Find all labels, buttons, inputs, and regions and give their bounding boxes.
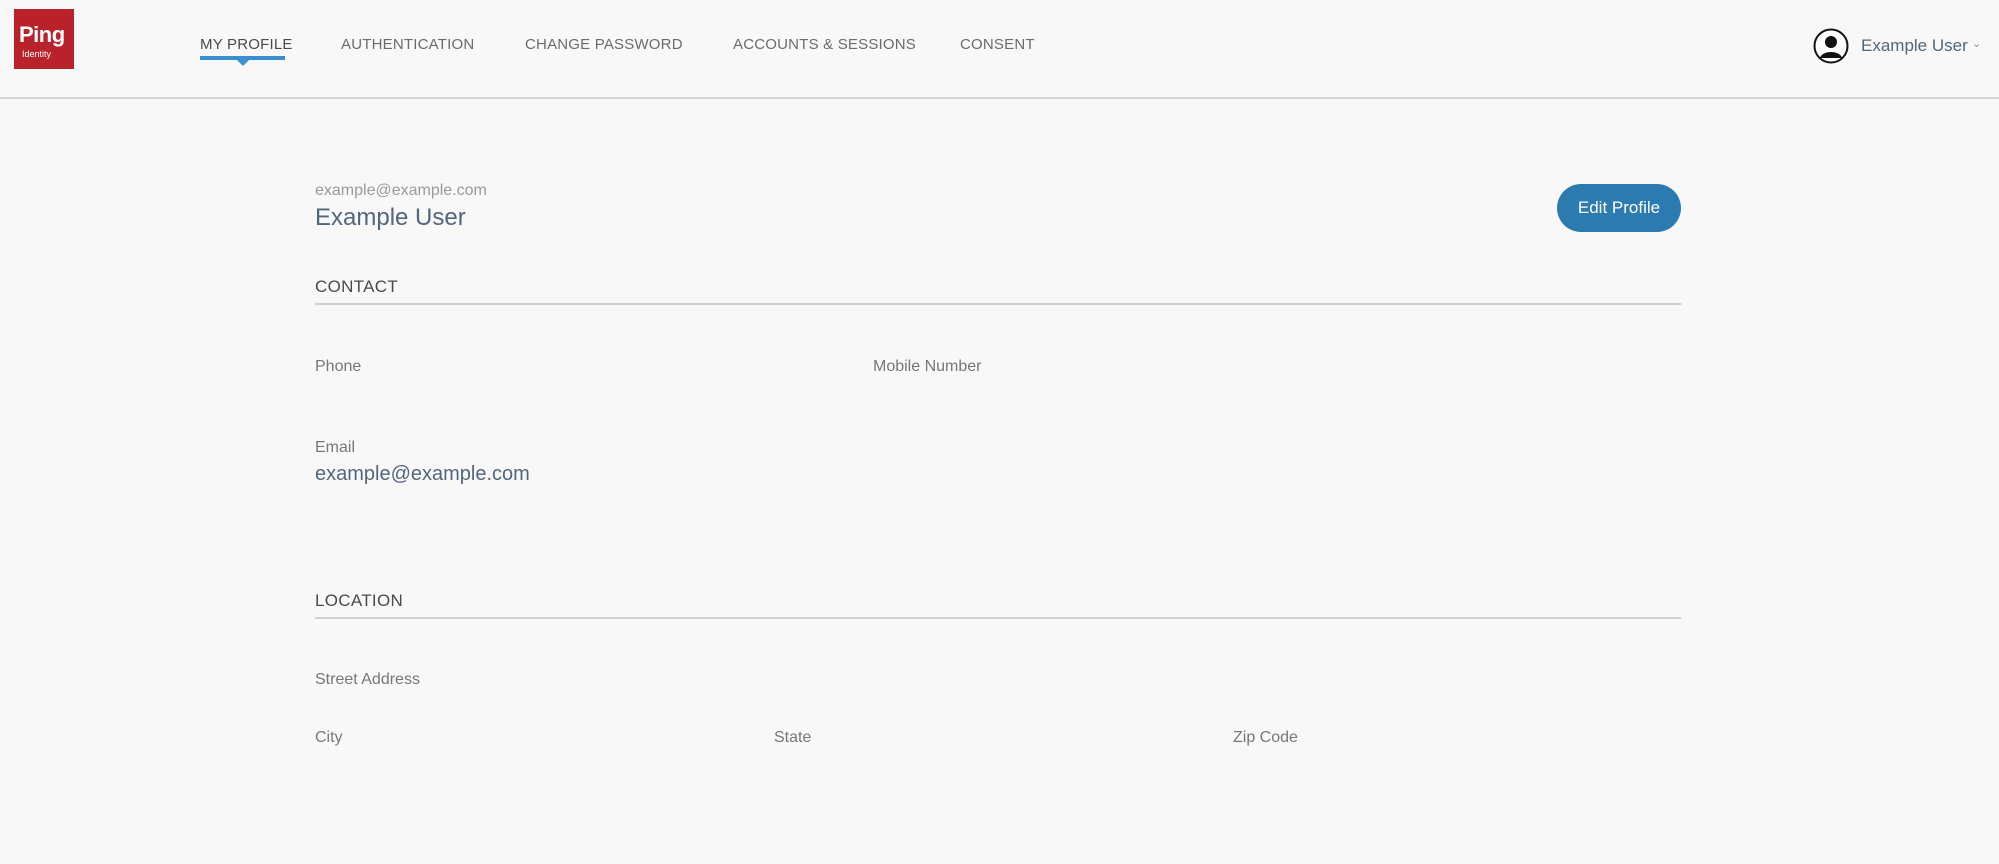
chevron-down-icon: ⌄	[1972, 38, 1982, 50]
tab-my-profile-label: MY PROFILE	[200, 36, 293, 53]
location-section-title: LOCATION	[315, 591, 1681, 619]
user-avatar-icon	[1813, 28, 1849, 64]
city-label: City	[315, 729, 343, 746]
active-tab-caret-icon	[236, 59, 250, 66]
tab-authentication[interactable]: AUTHENTICATION	[341, 36, 474, 53]
tab-change-password-label: CHANGE PASSWORD	[525, 36, 683, 53]
mobile-number-label: Mobile Number	[873, 358, 982, 375]
tab-accounts-sessions[interactable]: ACCOUNTS & SESSIONS	[733, 36, 916, 53]
profile-email: example@example.com	[315, 182, 487, 199]
zip-code-label: Zip Code	[1233, 729, 1298, 746]
edit-profile-button[interactable]: Edit Profile	[1557, 184, 1681, 232]
logo-text: Ping	[19, 22, 65, 47]
ping-identity-logo[interactable]: Ping Identity	[14, 9, 74, 69]
state-label: State	[774, 729, 812, 746]
email-label: Email	[315, 439, 356, 456]
tab-consent-label: CONSENT	[960, 36, 1035, 53]
phone-label: Phone	[315, 358, 362, 375]
top-header: Ping Identity MY PROFILE AUTHENTICATION …	[0, 0, 1999, 99]
tab-change-password[interactable]: CHANGE PASSWORD	[525, 36, 683, 53]
logo-subtext: Identity	[22, 49, 52, 59]
tab-accounts-sessions-label: ACCOUNTS & SESSIONS	[733, 36, 917, 53]
user-menu-name: Example User	[1861, 36, 1968, 55]
profile-content: example@example.com Example User Edit Pr…	[315, 180, 1681, 840]
tab-authentication-label: AUTHENTICATION	[341, 36, 475, 53]
tab-my-profile[interactable]: MY PROFILE	[200, 36, 293, 66]
email-value: example@example.com	[315, 463, 530, 485]
profile-name: Example User	[315, 204, 466, 231]
street-address-label: Street Address	[315, 671, 420, 688]
tab-consent[interactable]: CONSENT	[960, 36, 1035, 53]
contact-section-title: CONTACT	[315, 277, 1681, 305]
